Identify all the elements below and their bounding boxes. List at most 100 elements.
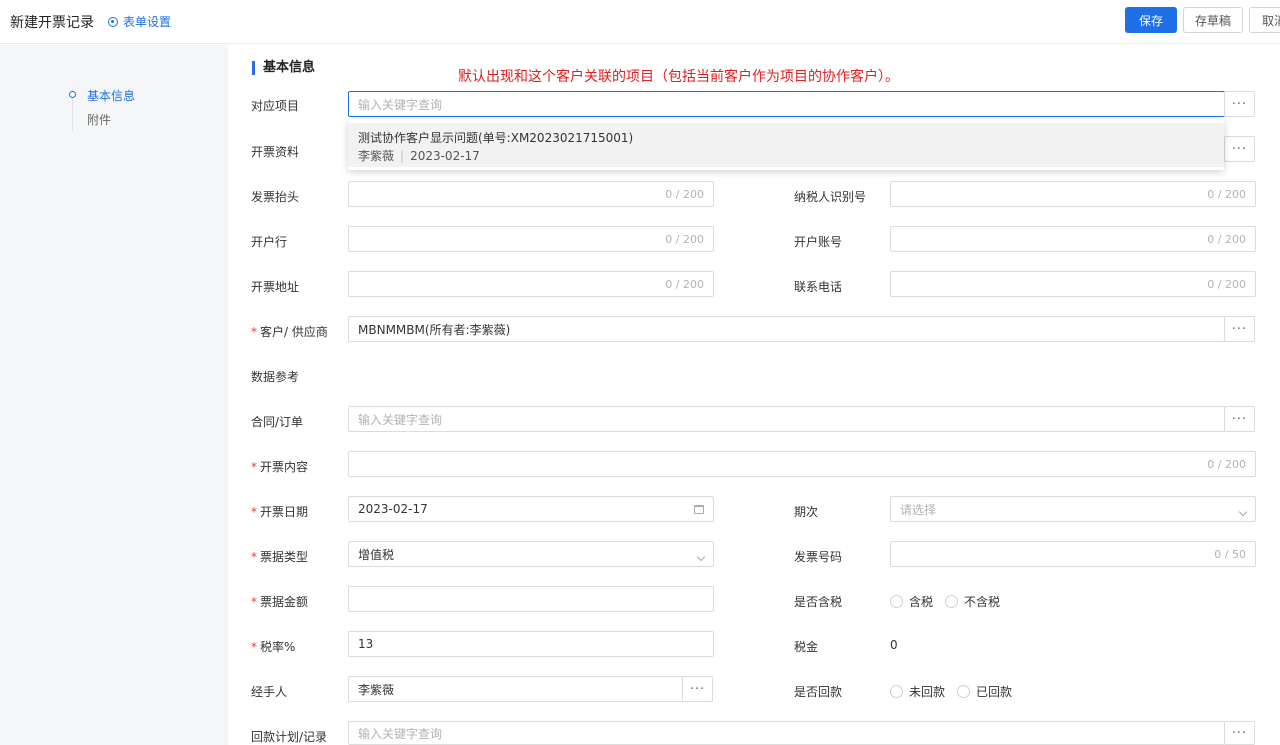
- suggestion-date: 2023-02-17: [410, 149, 480, 163]
- customer-label-text: 客户/ 供应商: [260, 325, 328, 339]
- phone-label: 联系电话: [794, 280, 843, 294]
- amount-label: * 票据金额: [251, 593, 308, 610]
- handler-more-button[interactable]: ···: [682, 676, 713, 702]
- project-search-input[interactable]: 输入关键字查询: [348, 91, 1225, 117]
- required-mark: *: [251, 505, 257, 519]
- account-label: 开户账号: [794, 235, 843, 249]
- content-label-text: 开票内容: [260, 460, 309, 474]
- address-counter: 0 / 200: [665, 278, 704, 291]
- tax-rate-input[interactable]: 13: [348, 631, 714, 657]
- taxpayer-id-input[interactable]: 0 / 200: [890, 181, 1256, 207]
- bill-type-select[interactable]: 增值税: [348, 541, 714, 567]
- page-title: 新建开票记录: [10, 15, 94, 31]
- radio-circle-icon: [945, 595, 958, 608]
- annotation-note: 默认出现和这个客户关联的项目（包括当前客户作为项目的协作客户）。: [458, 69, 899, 85]
- suggestion-item[interactable]: 测试协作客户显示问题(单号:XM2023021715001) 李紫薇 | 2023-…: [348, 123, 1224, 167]
- radio-tax-included[interactable]: 含税: [890, 593, 933, 610]
- nav-item-basic-info[interactable]: 基本信息: [87, 87, 135, 104]
- invoice-title-counter: 0 / 200: [665, 188, 704, 201]
- taxpayer-id-counter: 0 / 200: [1207, 188, 1246, 201]
- amount-input[interactable]: [348, 586, 714, 612]
- sidebar: 基本信息 附件: [0, 45, 228, 745]
- period-label: 期次: [794, 505, 819, 519]
- repaid-label: 是否回款: [794, 685, 843, 699]
- invoice-no-input[interactable]: 0 / 50: [890, 541, 1256, 567]
- handler-input[interactable]: 李紫薇: [348, 676, 683, 702]
- contract-placeholder: 输入关键字查询: [358, 412, 443, 427]
- radio-tax-excluded[interactable]: 不含税: [945, 593, 1000, 610]
- tax-rate-value: 13: [358, 637, 374, 651]
- invoice-info-label: 开票资料: [251, 145, 300, 159]
- radio-repaid[interactable]: 已回款: [957, 683, 1012, 700]
- contract-search-input[interactable]: 输入关键字查询: [348, 406, 1225, 432]
- bank-label: 开户行: [251, 235, 288, 249]
- tax-label: 税金: [794, 640, 819, 654]
- bank-counter: 0 / 200: [665, 233, 704, 246]
- top-bar: 新建开票记录 表单设置 保存 存草稿 取消: [0, 0, 1280, 44]
- project-suggestion-dropdown: 测试协作客户显示问题(单号:XM2023021715001) 李紫薇 | 2023-…: [348, 119, 1224, 170]
- contract-more-button[interactable]: ···: [1224, 406, 1255, 432]
- tax-rate-label-text: 税率%: [260, 640, 296, 654]
- phone-counter: 0 / 200: [1207, 278, 1246, 291]
- radio-label: 未回款: [909, 685, 946, 699]
- repay-plan-placeholder: 输入关键字查询: [358, 726, 443, 741]
- handler-value: 李紫薇: [358, 682, 395, 697]
- gear-icon: [108, 16, 118, 27]
- contract-label: 合同/订单: [251, 415, 304, 429]
- radio-label: 已回款: [976, 685, 1013, 699]
- radio-circle-icon: [957, 685, 970, 698]
- account-counter: 0 / 200: [1207, 233, 1246, 246]
- required-mark: *: [251, 460, 257, 474]
- phone-input[interactable]: 0 / 200: [890, 271, 1256, 297]
- address-input[interactable]: 0 / 200: [348, 271, 714, 297]
- content-input[interactable]: 0 / 200: [348, 451, 1256, 477]
- tax-value: 0: [890, 638, 898, 652]
- period-placeholder: 请选择: [900, 502, 937, 517]
- project-placeholder: 输入关键字查询: [358, 97, 443, 112]
- customer-input[interactable]: MBNMMBM(所有者:李紫薇): [348, 316, 1225, 342]
- section-title: 基本信息: [252, 61, 315, 75]
- form-settings-link[interactable]: 表单设置: [108, 13, 171, 30]
- date-picker[interactable]: 2023-02-17: [348, 496, 714, 522]
- repay-plan-label: 回款计划/记录: [251, 730, 328, 744]
- radio-circle-icon: [890, 685, 903, 698]
- date-label-text: 开票日期: [260, 505, 309, 519]
- tax-included-label: 是否含税: [794, 595, 843, 609]
- repay-plan-search-input[interactable]: 输入关键字查询: [348, 721, 1225, 745]
- radio-circle-icon: [890, 595, 903, 608]
- date-label: * 开票日期: [251, 503, 308, 520]
- data-reference-label: 数据参考: [251, 370, 300, 384]
- content-label: * 开票内容: [251, 458, 308, 475]
- suggestion-owner: 李紫薇: [358, 149, 395, 163]
- save-draft-button[interactable]: 存草稿: [1183, 7, 1243, 33]
- suggestion-meta: 李紫薇 | 2023-02-17: [358, 149, 480, 163]
- radio-label: 不含税: [964, 595, 1001, 609]
- chevron-down-icon: [1238, 504, 1248, 518]
- save-button[interactable]: 保存: [1125, 7, 1177, 33]
- chevron-down-icon: [696, 549, 706, 563]
- required-mark: *: [251, 595, 257, 609]
- radio-not-repaid[interactable]: 未回款: [890, 683, 945, 700]
- invoice-title-input[interactable]: 0 / 200: [348, 181, 714, 207]
- date-value: 2023-02-17: [358, 502, 428, 516]
- tax-rate-label: * 税率%: [251, 638, 295, 655]
- invoice-no-counter: 0 / 50: [1214, 548, 1246, 561]
- handler-label: 经手人: [251, 685, 288, 699]
- bill-type-value: 增值税: [358, 547, 395, 562]
- bill-type-label-text: 票据类型: [260, 550, 309, 564]
- section-nav: 基本信息 附件: [69, 87, 135, 131]
- customer-more-button[interactable]: ···: [1224, 316, 1255, 342]
- account-input[interactable]: 0 / 200: [890, 226, 1256, 252]
- cancel-button[interactable]: 取消: [1249, 7, 1280, 33]
- required-mark: *: [251, 550, 257, 564]
- bill-type-label: * 票据类型: [251, 548, 308, 565]
- content-counter: 0 / 200: [1207, 458, 1246, 471]
- calendar-icon: [694, 503, 704, 517]
- project-more-button[interactable]: ···: [1224, 91, 1255, 117]
- invoice-info-more-button[interactable]: ···: [1224, 136, 1255, 162]
- bank-input[interactable]: 0 / 200: [348, 226, 714, 252]
- nav-item-attachments[interactable]: 附件: [87, 111, 111, 128]
- period-select[interactable]: 请选择: [890, 496, 1256, 522]
- repay-plan-more-button[interactable]: ···: [1224, 721, 1255, 745]
- form-settings-label: 表单设置: [123, 15, 172, 29]
